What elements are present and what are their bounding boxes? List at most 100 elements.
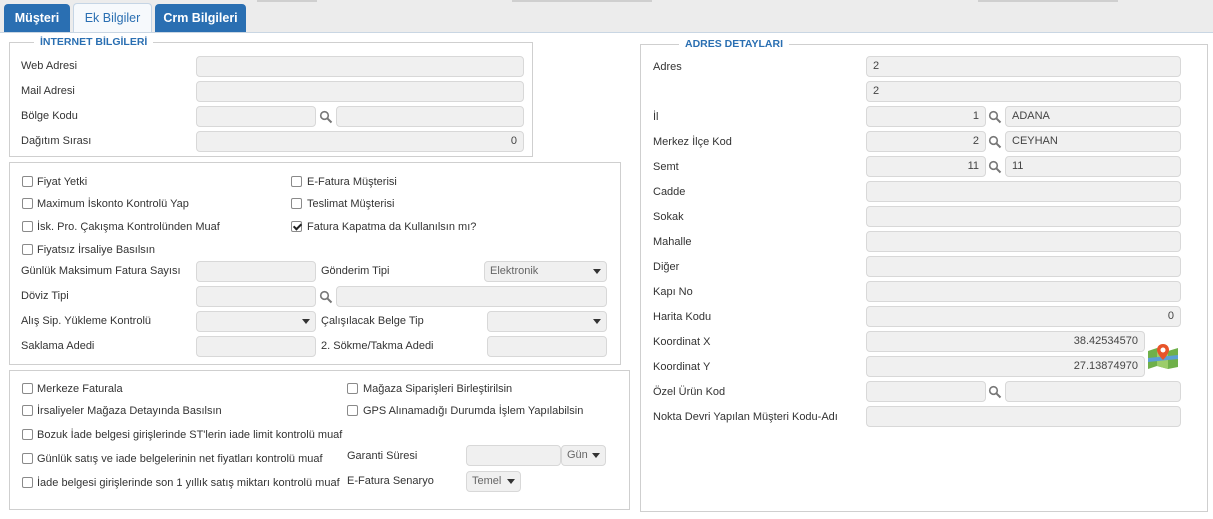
garanti-unit-select[interactable]: Gün [561, 445, 606, 466]
il-code-input[interactable]: 1 [866, 106, 986, 127]
merkeze-faturala-label: Merkeze Faturala [37, 383, 123, 395]
teslimat-label: Teslimat Müşterisi [307, 198, 395, 210]
efatura-musteri-checkbox[interactable] [291, 176, 302, 187]
il-label: İl [653, 111, 659, 123]
sokme-takma-input[interactable] [487, 336, 607, 357]
merkeze-faturala-checkbox[interactable] [22, 383, 33, 394]
top-divider [978, 0, 1118, 2]
map-pin-icon[interactable] [1146, 343, 1180, 369]
ilce-code-input[interactable]: 2 [866, 131, 986, 152]
fiyatsiz-irsaliye-checkbox[interactable] [22, 244, 33, 255]
top-divider [257, 0, 317, 2]
efatura-senaryo-value: Temel [472, 475, 502, 487]
magaza-siparis-checkbox[interactable] [347, 383, 358, 394]
semt-name-input[interactable]: 11 [1005, 156, 1181, 177]
isk-pro-checkbox[interactable] [22, 221, 33, 232]
mahalle-input[interactable] [866, 231, 1181, 252]
koordinat-x-label: Koordinat X [653, 336, 711, 348]
max-iskonto-checkbox[interactable] [22, 198, 33, 209]
saklama-adedi-input[interactable] [196, 336, 316, 357]
internet-legend: İNTERNET BİLGİLERİ [40, 36, 148, 48]
koordinat-x-input[interactable]: 38.42534570 [866, 331, 1145, 352]
mail-address-input[interactable] [196, 81, 524, 102]
sokak-input[interactable] [866, 206, 1181, 227]
chevron-down-icon [302, 319, 310, 324]
bozuk-iade-label: Bozuk İade belgesi girişlerinde ST'lerin… [37, 429, 343, 441]
chevron-down-icon [593, 319, 601, 324]
efatura-senaryo-select[interactable]: Temel [466, 471, 521, 492]
gonderim-tipi-label: Gönderim Tipi [321, 265, 390, 277]
irsaliyeler-magaza-checkbox[interactable] [22, 405, 33, 416]
search-icon[interactable] [988, 385, 1002, 399]
alis-sip-label: Alış Sip. Yükleme Kontrolü [21, 315, 152, 327]
doviz-tipi-label: Döviz Tipi [21, 290, 69, 302]
magaza-siparis-label: Mağaza Siparişleri Birleştirilsin [363, 383, 513, 395]
harita-kodu-label: Harita Kodu [653, 311, 712, 323]
distribution-order-label: Dağıtım Sırası [21, 135, 92, 147]
doviz-name-input[interactable] [336, 286, 607, 307]
iade-son-yil-label: İade belgesi girişlerinde son 1 yıllık s… [37, 477, 340, 489]
tab-crm-bilgileri[interactable]: Crm Bilgileri [155, 4, 246, 32]
ilce-name-input[interactable]: CEYHAN [1005, 131, 1181, 152]
efatura-senaryo-label: E-Fatura Senaryo [347, 475, 434, 487]
region-name-input[interactable] [336, 106, 524, 127]
diger-input[interactable] [866, 256, 1181, 277]
semt-code-input[interactable]: 11 [866, 156, 986, 177]
adres-line2-input[interactable]: 2 [866, 81, 1181, 102]
gunluk-satis-checkbox[interactable] [22, 453, 33, 464]
ozel-urun-code-input[interactable] [866, 381, 986, 402]
sokme-takma-label: 2. Sökme/Takma Adedi [321, 340, 434, 352]
gunluk-max-label: Günlük Maksimum Fatura Sayısı [21, 265, 181, 277]
calisilacak-belge-select[interactable] [487, 311, 607, 332]
calisilacak-belge-label: Çalışılacak Belge Tip [321, 315, 424, 327]
garanti-suresi-input[interactable] [466, 445, 561, 466]
top-divider [512, 0, 652, 2]
nokta-devri-label: Nokta Devri Yapılan Müşteri Kodu-Adı [653, 411, 838, 423]
distribution-order-input[interactable]: 0 [196, 131, 524, 152]
adres-line1-input[interactable]: 2 [866, 56, 1181, 77]
mail-address-label: Mail Adresi [21, 85, 75, 97]
koordinat-y-input[interactable]: 27.13874970 [866, 356, 1145, 377]
teslimat-checkbox[interactable] [291, 198, 302, 209]
gunluk-satis-label: Günlük satış ve iade belgelerinin net fi… [37, 453, 323, 465]
search-icon[interactable] [319, 290, 333, 304]
semt-label: Semt [653, 161, 679, 173]
region-code-input[interactable] [196, 106, 316, 127]
tab-ek-bilgiler[interactable]: Ek Bilgiler [73, 3, 152, 32]
kapi-no-input[interactable] [866, 281, 1181, 302]
search-icon[interactable] [988, 160, 1002, 174]
nokta-devri-input[interactable] [866, 406, 1181, 427]
cadde-input[interactable] [866, 181, 1181, 202]
diger-label: Diğer [653, 261, 680, 273]
harita-kodu-input[interactable]: 0 [866, 306, 1181, 327]
search-icon[interactable] [988, 110, 1002, 124]
gunluk-max-input[interactable] [196, 261, 316, 282]
fiyat-yetki-checkbox[interactable] [22, 176, 33, 187]
search-icon[interactable] [319, 110, 333, 124]
chevron-down-icon [507, 479, 515, 484]
koordinat-y-label: Koordinat Y [653, 361, 711, 373]
irsaliyeler-magaza-label: İrsaliyeler Mağaza Detayında Basılsın [37, 405, 222, 417]
ozel-urun-name-input[interactable] [1005, 381, 1181, 402]
garanti-unit-value: Gün [567, 449, 588, 461]
fiyatsiz-irsaliye-label: Fiyatsız İrsaliye Basılsın [37, 244, 155, 256]
gonderim-tipi-value: Elektronik [490, 265, 539, 277]
adres-label: Adres [653, 61, 682, 73]
iade-son-yil-checkbox[interactable] [22, 477, 33, 488]
garanti-suresi-label: Garanti Süresi [347, 450, 418, 462]
tab-musteri[interactable]: Müşteri [4, 4, 70, 32]
il-name-input[interactable]: ADANA [1005, 106, 1181, 127]
alis-sip-select[interactable] [196, 311, 316, 332]
mahalle-label: Mahalle [653, 236, 692, 248]
gps-checkbox[interactable] [347, 405, 358, 416]
ozel-urun-label: Özel Ürün Kod [653, 386, 726, 398]
gps-label: GPS Alınamadığı Durumda İşlem Yapılabils… [363, 405, 584, 417]
web-address-input[interactable] [196, 56, 524, 77]
gonderim-tipi-select[interactable]: Elektronik [484, 261, 607, 282]
doviz-code-input[interactable] [196, 286, 316, 307]
max-iskonto-label: Maximum İskonto Kontrolü Yap [37, 198, 189, 210]
fatura-kapatma-checkbox[interactable] [291, 221, 302, 232]
search-icon[interactable] [988, 135, 1002, 149]
bozuk-iade-checkbox[interactable] [22, 429, 33, 440]
fatura-kapatma-label: Fatura Kapatma da Kullanılsın mı? [307, 221, 477, 233]
